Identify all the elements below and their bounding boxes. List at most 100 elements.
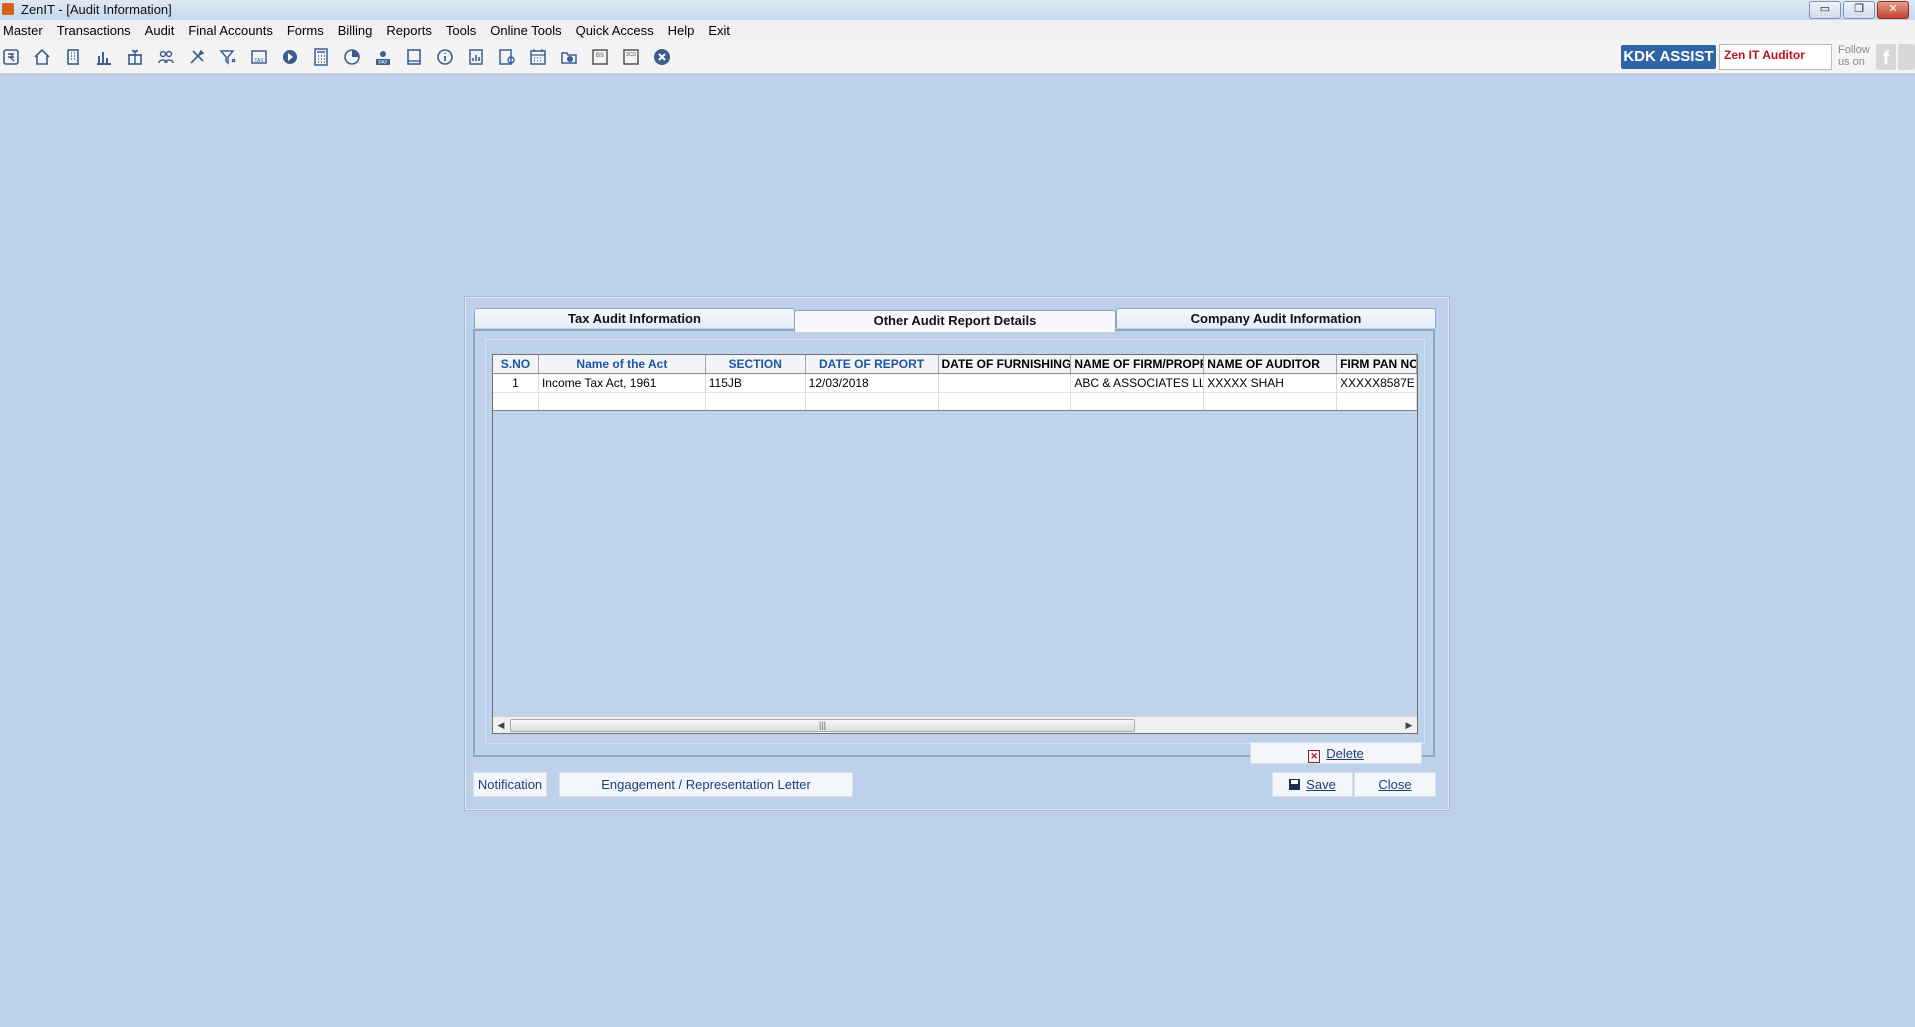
table-row[interactable]: 1 Income Tax Act, 1961 115JB 12/03/2018 … [493, 374, 1417, 393]
tools-icon[interactable] [186, 46, 208, 68]
tax-icon[interactable]: TAX [248, 46, 270, 68]
rupee-icon[interactable] [0, 46, 22, 68]
save-label: Save [1306, 777, 1336, 792]
menu-transactions[interactable]: Transactions [50, 23, 138, 38]
calendar-icon[interactable] [527, 46, 549, 68]
facebook-icon[interactable]: f [1876, 44, 1896, 70]
svg-text:BS: BS [596, 53, 604, 59]
audit-report-grid[interactable]: S.NO Name of the Act SECTION DATE OF REP… [492, 354, 1418, 734]
book-icon[interactable] [403, 46, 425, 68]
col-date-of-report[interactable]: DATE OF REPORT [806, 355, 939, 373]
col-firm-pan-no[interactable]: FIRM PAN NO. [1337, 355, 1417, 373]
tab-tax-audit-information[interactable]: Tax Audit Information [474, 308, 795, 328]
notification-button[interactable]: Notification [473, 772, 547, 797]
app-icon [2, 3, 14, 15]
bs-icon[interactable]: BS [589, 46, 611, 68]
twitter-icon[interactable] [1898, 44, 1915, 70]
cell-date-of-furnishing[interactable] [939, 374, 1072, 392]
col-name-of-act[interactable]: Name of the Act [539, 355, 706, 373]
minimize-button[interactable]: ▭ [1809, 1, 1841, 19]
users-icon[interactable] [155, 46, 177, 68]
cell-name-of-act[interactable]: Income Tax Act, 1961 [539, 374, 706, 392]
cell-empty[interactable] [1204, 393, 1338, 410]
tab-panel: S.NO Name of the Act SECTION DATE OF REP… [473, 329, 1435, 764]
close-label: Close [1378, 777, 1412, 792]
scroll-right-icon[interactable]: ▶ [1401, 717, 1417, 733]
svg-text:3CD: 3CD [626, 52, 636, 58]
toolbar: TAX PAY BS 3CD KDK ASSIST Zen IT Auditor Fo… [0, 40, 1915, 74]
home-icon[interactable] [31, 46, 53, 68]
tab-other-audit-report-details[interactable]: Other Audit Report Details [794, 310, 1116, 332]
col-section[interactable]: SECTION [706, 355, 806, 373]
cell-empty[interactable] [1337, 393, 1417, 410]
menu-forms[interactable]: Forms [280, 23, 331, 38]
close-window-button[interactable]: ✕ [1877, 1, 1909, 19]
cell-firm-pan-no[interactable]: XXXXX8587E [1337, 374, 1417, 392]
calculator-icon[interactable] [310, 46, 332, 68]
save-icon [1289, 779, 1301, 790]
menu-bar: Master Transactions Audit Final Accounts… [0, 20, 1915, 40]
user-doc-icon[interactable] [496, 46, 518, 68]
window-controls: ▭ ❐ ✕ [1809, 1, 1909, 19]
play-circle-icon[interactable] [279, 46, 301, 68]
menu-master[interactable]: Master [0, 23, 50, 38]
scroll-thumb[interactable]: ||| [510, 719, 1135, 732]
bar-chart-icon[interactable] [93, 46, 115, 68]
building-icon[interactable] [62, 46, 84, 68]
cell-empty[interactable] [806, 393, 939, 410]
cell-empty[interactable] [939, 393, 1072, 410]
cell-empty[interactable] [539, 393, 706, 410]
cell-empty[interactable] [1071, 393, 1205, 410]
svg-text:TAX: TAX [254, 58, 264, 64]
grid-header: S.NO Name of the Act SECTION DATE OF REP… [493, 355, 1417, 374]
pay-icon[interactable]: PAY [372, 46, 394, 68]
menu-help[interactable]: Help [661, 23, 702, 38]
col-name-of-firm[interactable]: NAME OF FIRM/PROPRI [1071, 355, 1205, 373]
menu-tools[interactable]: Tools [439, 23, 483, 38]
delete-button[interactable]: ✕ Delete [1250, 742, 1422, 764]
follow-us-text: Follow us on [1838, 44, 1870, 68]
folder-add-icon[interactable] [558, 46, 580, 68]
engagement-letter-button[interactable]: Engagement / Representation Letter [559, 772, 853, 797]
close-circle-icon[interactable] [651, 46, 673, 68]
col-sno[interactable]: S.NO [493, 355, 539, 373]
window-title: ZenIT - [Audit Information] [21, 2, 172, 17]
col-name-of-auditor[interactable]: NAME OF AUDITOR [1204, 355, 1338, 373]
kdk-assist-button[interactable]: KDK ASSIST [1621, 45, 1716, 69]
cell-section[interactable]: 115JB [706, 374, 806, 392]
filter-icon[interactable] [217, 46, 239, 68]
cell-empty[interactable] [706, 393, 806, 410]
restore-button[interactable]: ❐ [1843, 1, 1875, 19]
table-row-new[interactable] [493, 393, 1417, 411]
info-icon[interactable] [434, 46, 456, 68]
menu-audit[interactable]: Audit [138, 23, 182, 38]
menu-online-tools[interactable]: Online Tools [483, 23, 568, 38]
delete-label: Delete [1326, 746, 1364, 761]
menu-exit[interactable]: Exit [701, 23, 737, 38]
horizontal-scrollbar[interactable]: ◀ ||| ▶ [493, 716, 1417, 733]
delete-icon: ✕ [1308, 750, 1321, 763]
product-name: Zen IT Auditor [1719, 44, 1832, 70]
tab-company-audit-information[interactable]: Company Audit Information [1116, 308, 1436, 328]
menu-final-accounts[interactable]: Final Accounts [181, 23, 280, 38]
scroll-left-icon[interactable]: ◀ [493, 717, 509, 733]
title-bar: ZenIT - [Audit Information] ▭ ❐ ✕ [0, 0, 1915, 21]
menu-reports[interactable]: Reports [379, 23, 439, 38]
audit-information-dialog: Tax Audit Information Other Audit Report… [465, 297, 1449, 810]
gift-icon[interactable] [124, 46, 146, 68]
cell-empty[interactable] [493, 393, 539, 410]
report-icon[interactable] [465, 46, 487, 68]
menu-quick-access[interactable]: Quick Access [569, 23, 661, 38]
3cd-icon[interactable]: 3CD [620, 46, 642, 68]
cell-name-of-auditor[interactable]: XXXXX SHAH [1204, 374, 1338, 392]
cell-name-of-firm[interactable]: ABC & ASSOCIATES LL [1071, 374, 1205, 392]
close-button[interactable]: Close [1354, 772, 1436, 797]
panel-inner: S.NO Name of the Act SECTION DATE OF REP… [485, 339, 1425, 744]
save-button[interactable]: Save [1272, 772, 1353, 797]
cell-sno[interactable]: 1 [493, 374, 539, 392]
pie-chart-icon[interactable] [341, 46, 363, 68]
menu-billing[interactable]: Billing [331, 23, 380, 38]
col-date-of-furnishing[interactable]: DATE OF FURNISHING [939, 355, 1072, 373]
svg-text:PAY: PAY [378, 60, 388, 66]
cell-date-of-report[interactable]: 12/03/2018 [806, 374, 939, 392]
